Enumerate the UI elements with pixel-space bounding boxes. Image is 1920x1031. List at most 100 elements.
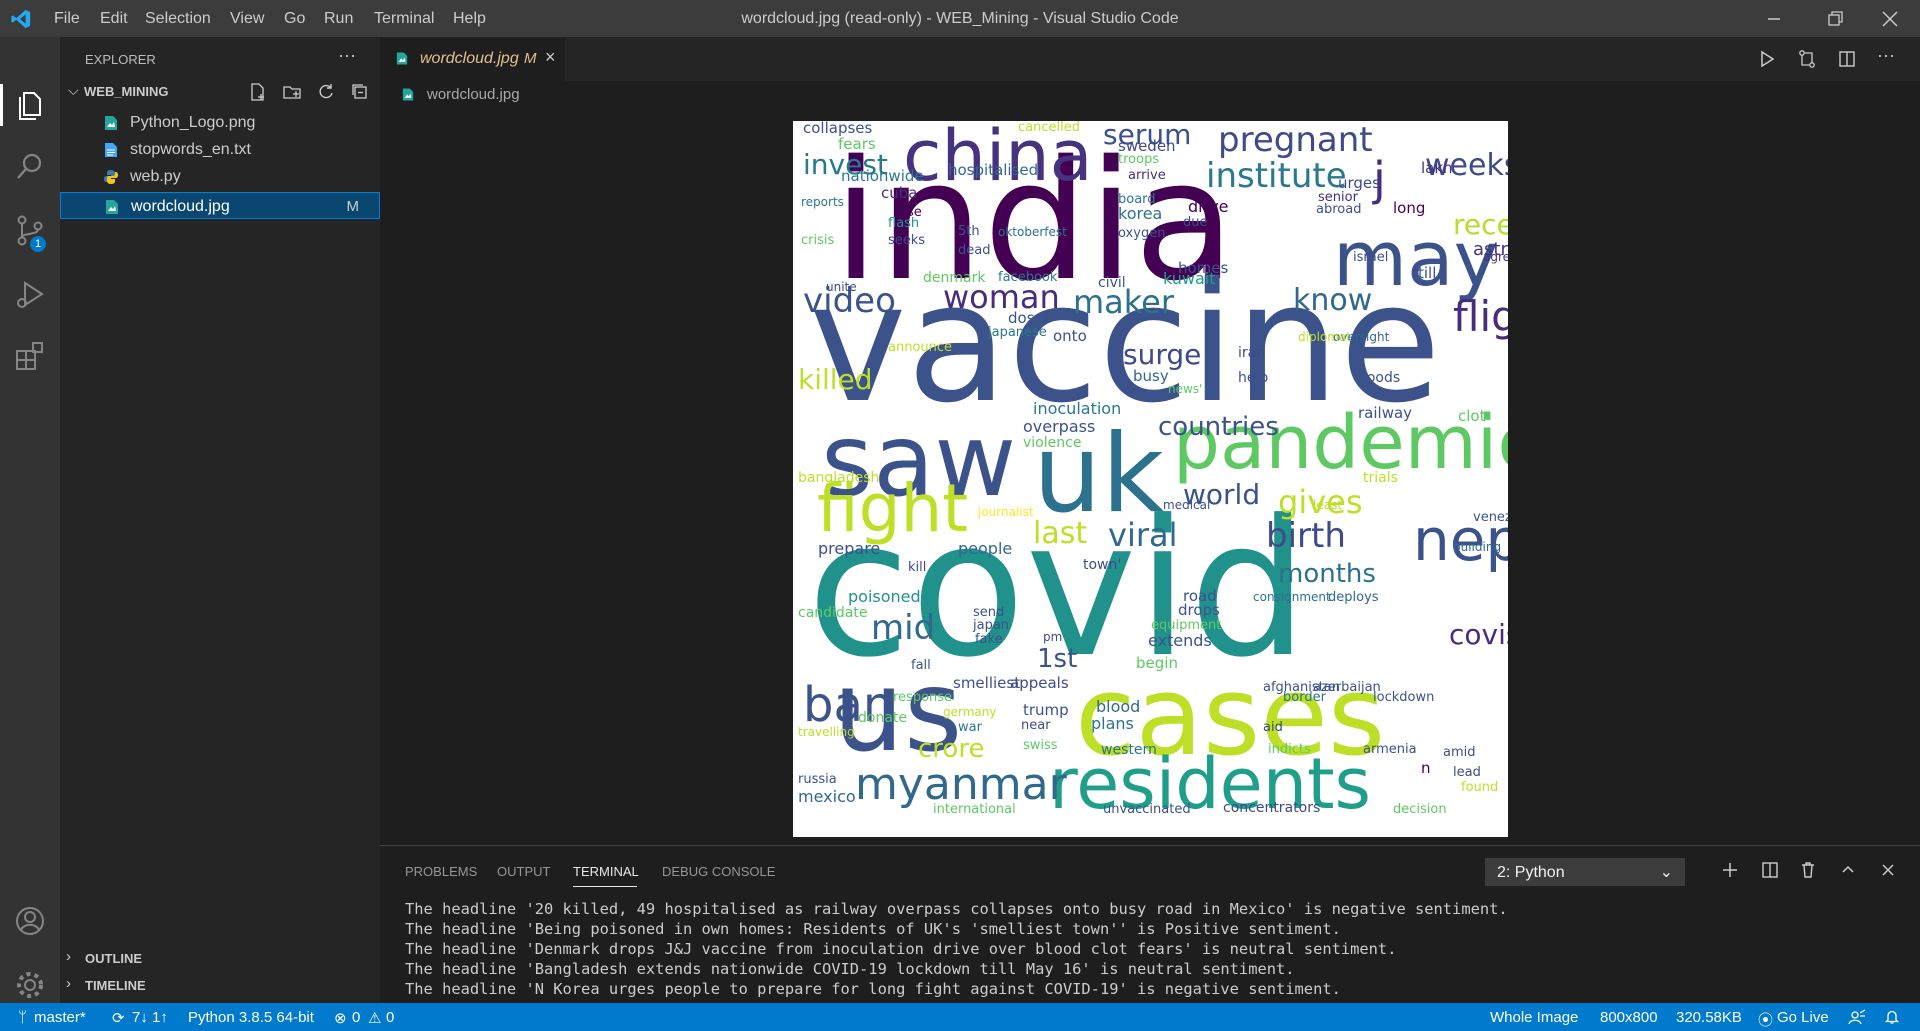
terminal-output[interactable]: The headline '20 killed, 49 hospitalised… xyxy=(405,899,1508,999)
active-tab-indicator xyxy=(573,886,637,887)
word: plans xyxy=(1091,714,1134,733)
timeline-label: TIMELINE xyxy=(85,978,146,993)
word: international xyxy=(933,802,1016,817)
word: venezuela xyxy=(1473,510,1508,525)
word: 5th xyxy=(958,224,980,239)
word: lead xyxy=(1453,765,1481,780)
terminal-selector[interactable]: 2: Python ⌄ xyxy=(1485,858,1685,886)
word: violence xyxy=(1023,435,1082,451)
new-folder-icon[interactable] xyxy=(282,82,302,102)
chevron-right-icon: › xyxy=(66,948,71,965)
explorer-icon[interactable] xyxy=(12,87,48,123)
file-item-stopwords[interactable]: stopwords_en.txt xyxy=(60,136,380,163)
word: poisoned xyxy=(848,587,921,606)
explorer-title: EXPLORER xyxy=(85,52,156,67)
close-window-icon[interactable] xyxy=(1878,8,1902,30)
word: aid xyxy=(1263,720,1283,735)
restore-icon[interactable] xyxy=(1823,8,1847,30)
feedback-icon[interactable] xyxy=(1848,1009,1866,1025)
word: iran xyxy=(1238,345,1266,361)
split-editor-icon[interactable] xyxy=(1837,49,1857,69)
word: recently xyxy=(1453,208,1508,241)
file-item-wordcloud[interactable]: wordcloud.jpg M xyxy=(60,192,380,219)
file-item-python-logo[interactable]: Python_Logo.png xyxy=(60,109,380,136)
tab-output[interactable]: OUTPUT xyxy=(497,864,550,879)
word: western xyxy=(1101,742,1157,758)
word: donate xyxy=(858,710,908,726)
error-count[interactable]: 0 xyxy=(352,1009,360,1026)
settings-gear-icon[interactable] xyxy=(12,967,48,1003)
tab-debug-console[interactable]: DEBUG CONSOLE xyxy=(662,864,775,879)
word: residents xyxy=(1049,743,1372,825)
refresh-icon[interactable] xyxy=(316,82,336,102)
folder-header[interactable]: ⌵ WEB_MINING xyxy=(60,81,380,103)
terminal-selector-value: 2: Python xyxy=(1497,864,1565,881)
word: consignment xyxy=(1253,590,1331,604)
timeline-section[interactable]: › TIMELINE xyxy=(60,972,380,998)
git-branch[interactable]: master* xyxy=(34,1009,86,1026)
word: inoculation xyxy=(1033,399,1122,418)
word: japan xyxy=(973,618,1010,633)
word: floods xyxy=(1358,370,1401,386)
more-actions-icon[interactable]: ··· xyxy=(338,45,356,66)
more-actions-icon[interactable]: ··· xyxy=(1877,45,1895,66)
file-name: wordcloud.jpg xyxy=(131,198,230,215)
notification-bell-icon[interactable] xyxy=(1884,1009,1900,1025)
breadcrumb-item[interactable]: wordcloud.jpg xyxy=(427,86,520,103)
word: candidate xyxy=(798,605,868,621)
word: civil xyxy=(1098,275,1126,291)
trash-icon[interactable] xyxy=(1798,860,1818,880)
word: extends xyxy=(1148,631,1212,650)
word: indicts xyxy=(1268,742,1311,757)
modified-badge: M xyxy=(346,198,360,215)
file-item-web-py[interactable]: web.py xyxy=(60,163,380,190)
word: bangladesh xyxy=(798,470,880,486)
collapse-all-icon[interactable] xyxy=(350,82,370,102)
word: journalist xyxy=(978,505,1034,519)
zoom-level[interactable]: Whole Image xyxy=(1490,1009,1578,1026)
word: killed xyxy=(798,363,873,396)
go-live-button[interactable]: Go Live xyxy=(1777,1009,1829,1026)
word: cancelled xyxy=(1018,121,1080,135)
maximize-panel-icon[interactable] xyxy=(1838,860,1858,880)
tab-wordcloud[interactable]: wordcloud.jpg M × xyxy=(380,37,565,81)
word: months xyxy=(1278,559,1376,589)
account-icon[interactable] xyxy=(12,903,48,939)
word: arrive xyxy=(1128,168,1166,183)
tab-problems[interactable]: PROBLEMS xyxy=(405,864,477,879)
new-file-icon[interactable] xyxy=(248,82,268,102)
chevron-down-icon: ⌄ xyxy=(1659,864,1673,881)
new-terminal-icon[interactable] xyxy=(1720,860,1740,880)
image-file-icon xyxy=(105,116,117,130)
run-file-icon[interactable] xyxy=(1757,49,1777,69)
split-terminal-icon[interactable] xyxy=(1760,860,1780,880)
run-debug-icon[interactable] xyxy=(12,277,48,313)
word: drive xyxy=(1188,197,1229,216)
outline-section[interactable]: › OUTLINE xyxy=(60,945,380,971)
word: korea xyxy=(1118,204,1163,223)
search-icon[interactable] xyxy=(12,149,48,185)
minimize-icon[interactable] xyxy=(1762,8,1786,30)
word: swiss xyxy=(1023,738,1058,753)
word: pregnant xyxy=(1218,121,1373,160)
word: russia xyxy=(798,772,837,787)
tab-terminal[interactable]: TERMINAL xyxy=(573,864,639,879)
sync-status[interactable]: 7↓ 1↑ xyxy=(132,1009,168,1026)
warning-count[interactable]: 0 xyxy=(386,1009,394,1026)
word: covishield xyxy=(1449,618,1508,651)
close-panel-icon[interactable] xyxy=(1878,860,1898,880)
editor-tab-bar: wordcloud.jpg M × ··· xyxy=(380,37,1920,81)
word: due xyxy=(1183,215,1208,230)
window-title: wordcloud.jpg (read-only) - WEB_Mining -… xyxy=(741,10,1179,27)
extensions-icon[interactable] xyxy=(12,339,48,375)
word: deploys xyxy=(1328,590,1379,605)
word: doses xyxy=(1008,309,1052,327)
open-changes-icon[interactable] xyxy=(1797,49,1817,69)
python-interpreter[interactable]: Python 3.8.5 64-bit xyxy=(188,1009,314,1026)
word: found xyxy=(1461,780,1499,795)
word: begin xyxy=(1136,654,1178,672)
explorer-sidebar: EXPLORER ··· ⌵ WEB_MINING Python_Logo.pn… xyxy=(60,37,380,1003)
tab-close-icon[interactable]: × xyxy=(545,47,556,68)
word: railway xyxy=(1358,404,1413,422)
word: crore xyxy=(918,734,985,764)
